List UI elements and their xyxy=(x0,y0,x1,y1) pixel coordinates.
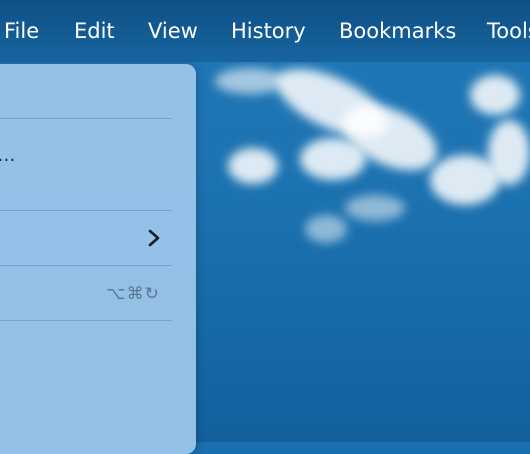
wallpaper-cloud xyxy=(215,68,285,94)
menu-row-ellipsis[interactable]: s… xyxy=(0,119,196,209)
dropdown-menu: s… ⌥⌘↻ xyxy=(0,64,196,454)
menu-bar: File Edit View History Bookmarks Tools xyxy=(0,0,530,62)
menu-row-submenu[interactable] xyxy=(0,211,196,264)
wallpaper-cloud xyxy=(488,120,530,185)
menu-view[interactable]: View xyxy=(148,17,198,45)
menu-tools[interactable]: Tools xyxy=(487,17,530,45)
menu-item-label: s… xyxy=(0,145,15,166)
menu-history[interactable]: History xyxy=(231,17,306,45)
menu-bookmarks[interactable]: Bookmarks xyxy=(339,17,456,45)
menu-row-bottom[interactable] xyxy=(0,321,196,441)
menu-row-top[interactable] xyxy=(0,64,196,118)
menu-row-shortcut[interactable] xyxy=(0,266,196,320)
menu-edit[interactable]: Edit xyxy=(74,17,115,45)
wallpaper-cloud xyxy=(305,215,347,243)
wallpaper-cloud xyxy=(228,148,278,184)
wallpaper-cloud xyxy=(345,195,405,221)
chevron-right-icon xyxy=(148,229,160,247)
wallpaper-cloud xyxy=(470,75,520,115)
wallpaper-cloud xyxy=(300,138,366,180)
menu-file[interactable]: File xyxy=(4,17,39,45)
shortcut-label: ⌥⌘↻ xyxy=(106,284,160,304)
